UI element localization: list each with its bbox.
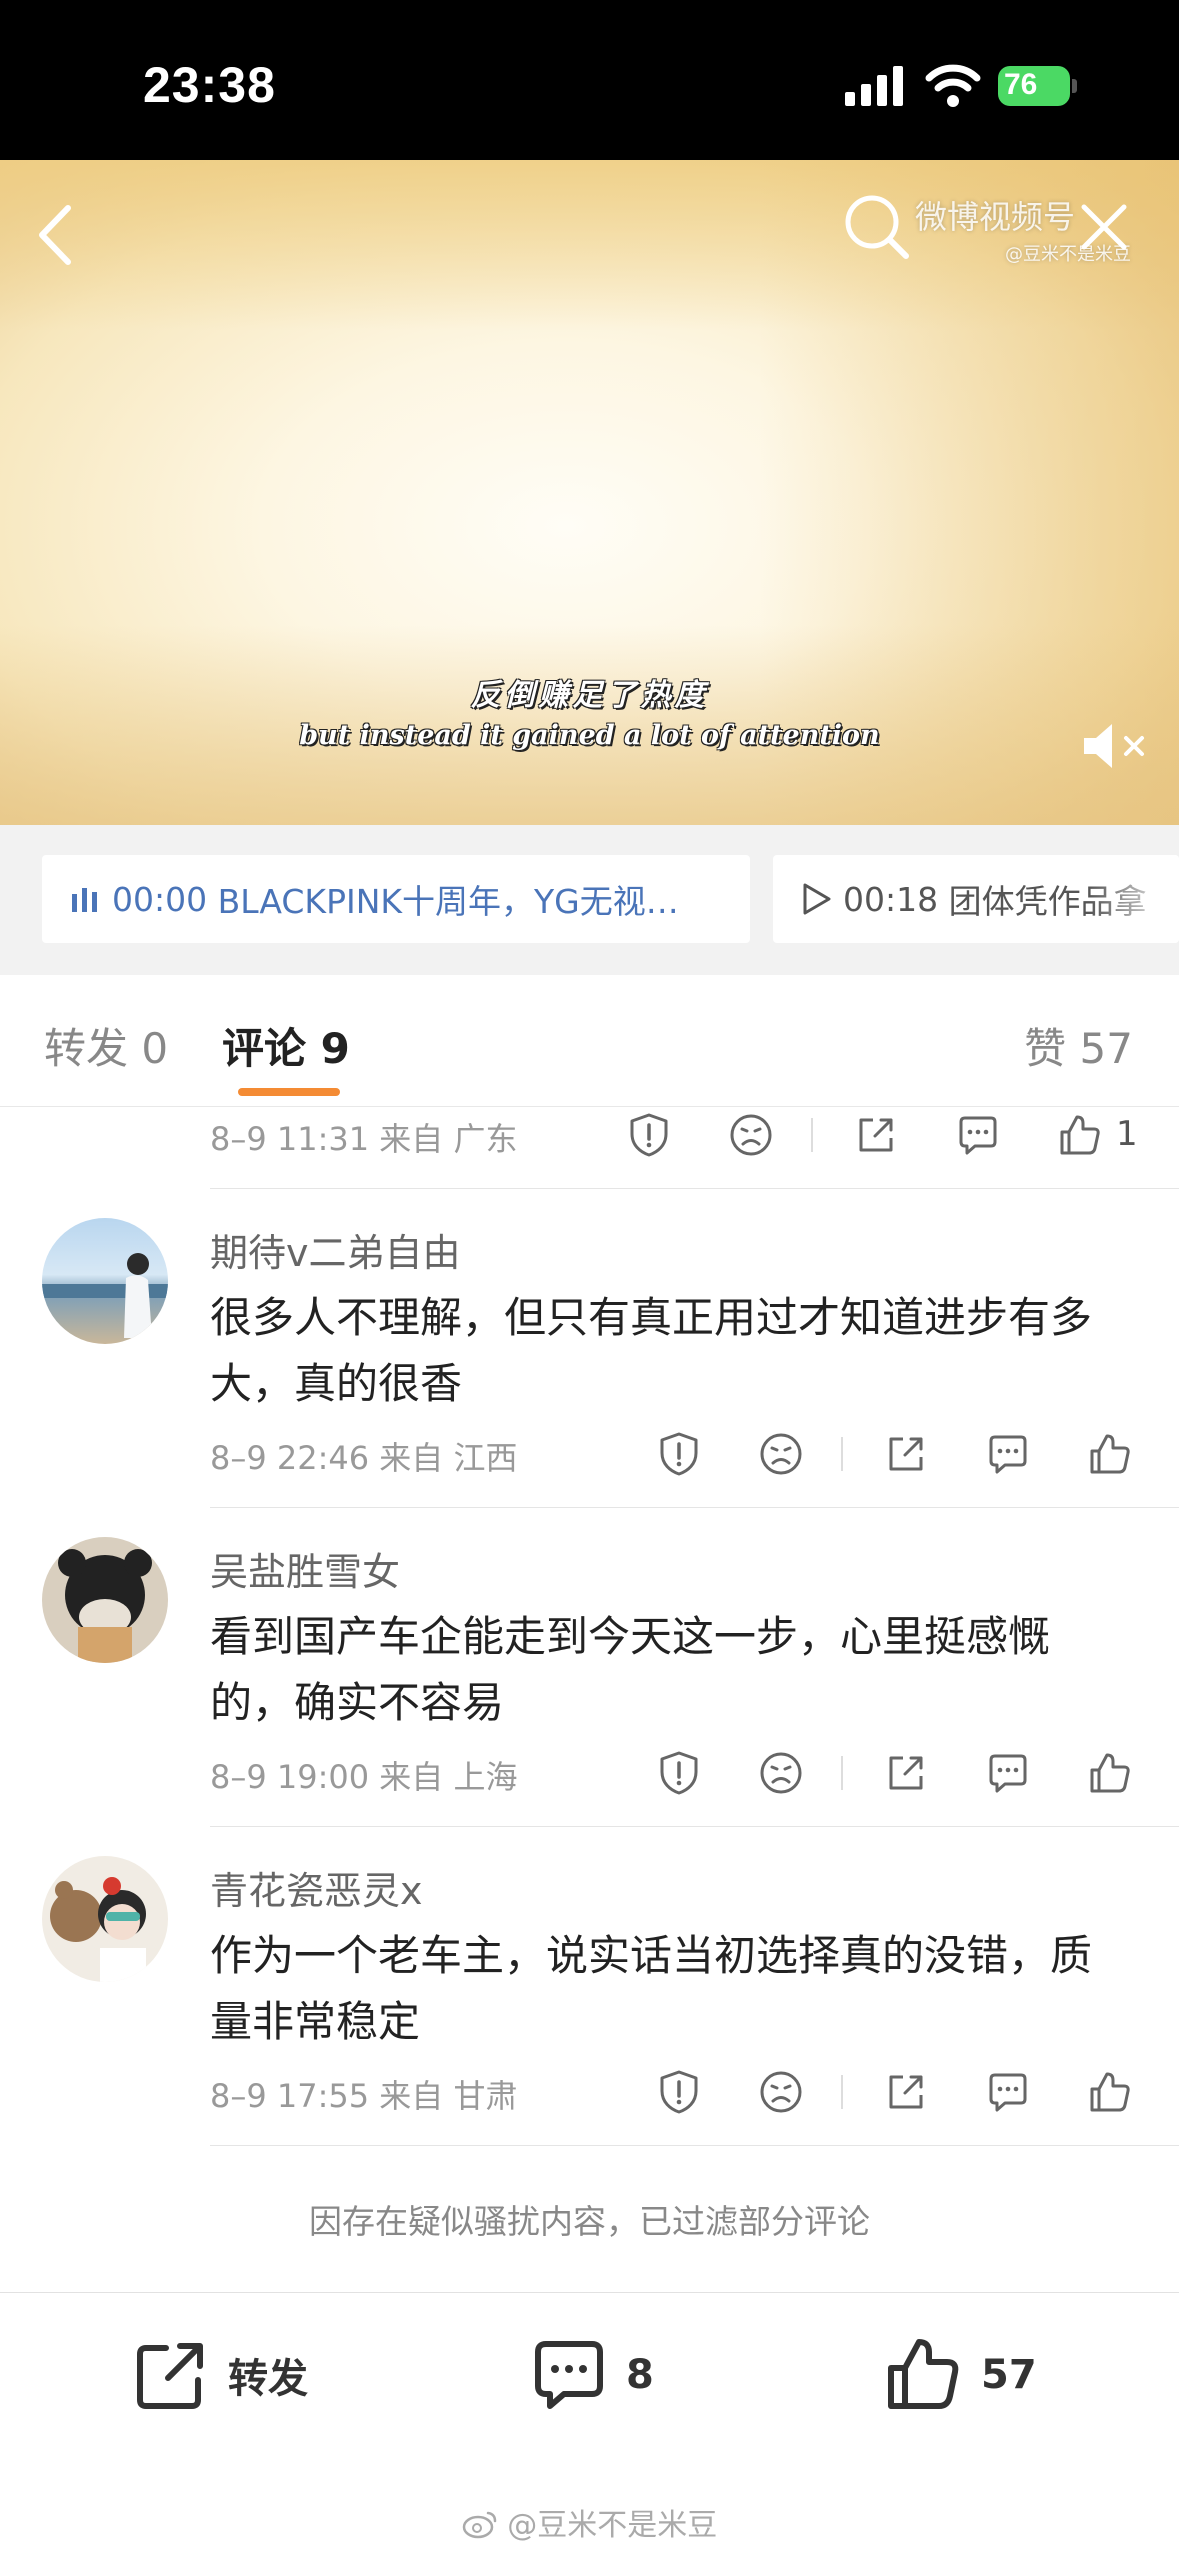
reply-icon[interactable] — [985, 1750, 1031, 1796]
repost-icon — [137, 2343, 203, 2409]
related-time-2: 00:18 — [843, 879, 939, 919]
comment-meta: 8–9 19:00 来自 上海 — [210, 1758, 518, 1796]
comment-text: 很多人不理解，但只有真正用过才知道进步有多大，真的很香 — [210, 1293, 1093, 1408]
comment-meta-row: 8–9 17:55 来自 甘肃 — [210, 2063, 1155, 2123]
tab-comment[interactable]: 评论 9 — [222, 1015, 350, 1076]
comment-meta-row: 8–9 11:31 来自 广东 1 — [210, 1106, 1155, 1166]
tab-comment-count: 9 — [320, 1024, 350, 1073]
comment-meta: 8–9 22:46 来自 江西 — [210, 1439, 518, 1477]
share-icon[interactable] — [853, 1112, 899, 1158]
comment-username[interactable]: 期待v二弟自由 — [210, 1222, 461, 1277]
comment-text: 作为一个老车主，说实话当初选择真的没错，质量非常稳定 — [210, 1931, 1093, 2046]
thumbs-up-icon[interactable] — [1087, 1431, 1133, 1477]
dislike-icon[interactable] — [758, 1431, 804, 1477]
tab-like[interactable]: 赞 57 — [1024, 1015, 1133, 1076]
audio-bars-icon — [72, 888, 97, 912]
comment-meta-row: 8–9 22:46 来自 江西 — [210, 1425, 1155, 1485]
status-bar: 23:38 76 — [0, 0, 1179, 160]
search-icon[interactable] — [840, 190, 914, 264]
footer-watermark: @豆米不是米豆 — [0, 2500, 1179, 2544]
thumbs-up-icon[interactable] — [1087, 1750, 1133, 1796]
comment-button[interactable]: 8 — [530, 2335, 654, 2415]
dislike-icon[interactable] — [728, 1112, 774, 1158]
wifi-icon — [925, 64, 981, 107]
battery-icon: 76 — [998, 64, 1078, 108]
footer-watermark-text: @豆米不是米豆 — [507, 2508, 718, 2543]
close-icon[interactable] — [1072, 195, 1136, 259]
comment-meta-row: 8–9 19:00 来自 上海 — [210, 1744, 1155, 1804]
subtitle-chinese: 反倒赚足了热度 — [470, 678, 709, 713]
dislike-icon[interactable] — [758, 1750, 804, 1796]
related-videos: 00:00 BLACKPINK十周年，YG无视… 00:18 团体凭作品拿 — [0, 825, 1179, 975]
comment-meta: 8–9 17:55 来自 甘肃 — [210, 2077, 518, 2115]
related-time-1: 00:00 — [112, 879, 208, 919]
reply-icon[interactable] — [955, 1112, 1001, 1158]
tab-active-indicator — [238, 1088, 340, 1096]
comment-username[interactable]: 吴盐胜雪女 — [210, 1541, 400, 1596]
tab-like-count: 57 — [1079, 1024, 1133, 1073]
avatar[interactable] — [42, 1537, 168, 1663]
tab-bar: 转发 0 评论 9 赞 57 — [0, 975, 1179, 1107]
tab-like-label: 赞 — [1024, 1024, 1067, 1073]
related-title-1: BLACKPINK十周年，YG无视… — [217, 882, 679, 921]
action-separator — [841, 1437, 843, 1471]
share-icon[interactable] — [883, 2069, 929, 2115]
comment-divider — [210, 2145, 1179, 2146]
report-icon[interactable] — [626, 1112, 672, 1158]
dislike-icon[interactable] — [758, 2069, 804, 2115]
report-icon[interactable] — [656, 1431, 702, 1477]
repost-label: 转发 — [228, 2356, 308, 2402]
comment-meta: 8–9 11:31 来自 广东 — [210, 1120, 518, 1158]
tab-repost[interactable]: 转发 0 — [44, 1015, 168, 1076]
action-separator — [841, 1756, 843, 1790]
battery-level: 76 — [1004, 68, 1038, 101]
tab-repost-label: 转发 — [44, 1024, 129, 1073]
comment-like-count: 1 — [1116, 1114, 1138, 1154]
thumbs-up-icon[interactable] — [1087, 2069, 1133, 2115]
action-separator — [811, 1118, 813, 1152]
like-count: 57 — [981, 2352, 1037, 2398]
back-icon[interactable] — [30, 200, 80, 270]
repost-button[interactable]: 转发 — [132, 2335, 308, 2415]
reply-icon[interactable] — [985, 1431, 1031, 1477]
reply-icon[interactable] — [985, 2069, 1031, 2115]
comment-divider — [210, 1507, 1179, 1508]
like-button[interactable]: 57 — [885, 2335, 1037, 2415]
action-separator — [841, 2075, 843, 2109]
tab-repost-count: 0 — [141, 1024, 169, 1073]
tab-comment-label: 评论 — [222, 1024, 307, 1073]
comment-icon — [535, 2341, 603, 2409]
signal-icon — [845, 66, 903, 106]
report-icon[interactable] — [656, 1750, 702, 1796]
comment-divider — [210, 1188, 1179, 1189]
comment-username[interactable]: 青花瓷恶灵x — [210, 1860, 423, 1915]
comment-divider — [210, 1826, 1179, 1827]
comment-text: 看到国产车企能走到今天这一步，心里挺感慨的，确实不容易 — [210, 1612, 1051, 1727]
bottom-action-bar: 转发 8 57 @豆米不是米豆 — [0, 2292, 1179, 2556]
avatar[interactable] — [42, 1856, 168, 1982]
status-time: 23:38 — [143, 57, 276, 113]
play-icon — [803, 883, 831, 915]
share-icon[interactable] — [883, 1750, 929, 1796]
thumbs-up-icon — [888, 2339, 959, 2409]
weibo-logo-icon — [462, 2511, 496, 2539]
video-player[interactable]: 微博视频号 @豆米不是米豆 反倒赚足了热度 but instead it gai… — [0, 160, 1179, 825]
related-chip-1[interactable]: 00:00 BLACKPINK十周年，YG无视… — [42, 855, 750, 943]
comment-count: 8 — [626, 2352, 654, 2398]
thumbs-up-icon[interactable] — [1057, 1112, 1103, 1158]
report-icon[interactable] — [656, 2069, 702, 2115]
mute-icon[interactable] — [1080, 720, 1152, 772]
filtered-comments-note: 因存在疑似骚扰内容，已过滤部分评论 — [309, 2202, 870, 2241]
related-chip-2[interactable]: 00:18 团体凭作品拿 — [773, 855, 1179, 943]
share-icon[interactable] — [883, 1431, 929, 1477]
subtitle-english: but instead it gained a lot of attention — [299, 720, 880, 751]
avatar[interactable] — [42, 1218, 168, 1344]
